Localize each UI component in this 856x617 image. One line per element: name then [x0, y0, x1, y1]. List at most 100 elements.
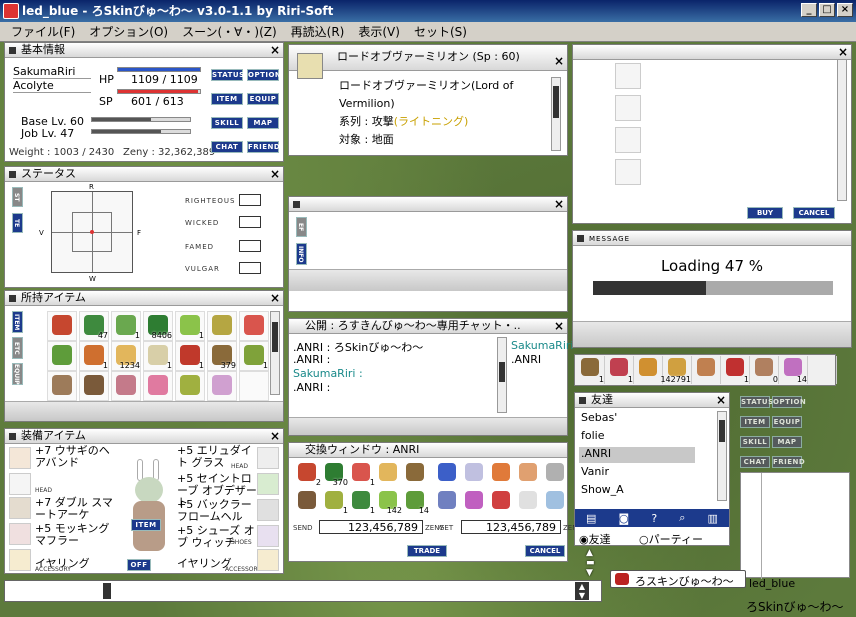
trade-send-slot[interactable]: 2: [295, 461, 321, 487]
equip-button[interactable]: EQUIP: [247, 93, 279, 105]
friend-item[interactable]: .ANRI: [579, 447, 695, 463]
friend-item[interactable]: Vanir: [579, 465, 695, 481]
radio-friends[interactable]: ◉友達: [579, 531, 611, 547]
send-zeny-field[interactable]: 123,456,789: [319, 520, 423, 534]
equip-slot-weapon[interactable]: [9, 497, 31, 519]
inventory-slot[interactable]: [207, 371, 237, 401]
inventory-slot[interactable]: [79, 371, 109, 401]
hotkey-slot[interactable]: 0: [751, 356, 779, 384]
search-icon[interactable]: ⌕: [679, 511, 685, 525]
shop-slot[interactable]: [615, 95, 641, 121]
equip-slot-garment[interactable]: [9, 523, 31, 545]
trade-button[interactable]: TRADE: [407, 545, 447, 557]
equip-slot-head-left[interactable]: [9, 447, 31, 469]
inventory-slot[interactable]: [207, 311, 237, 341]
trade-send-slot[interactable]: [376, 461, 402, 487]
hotkey-slot[interactable]: [809, 356, 837, 384]
tab-etc[interactable]: ETC: [12, 337, 23, 359]
menu-set[interactable]: セット(S): [407, 23, 474, 40]
shop-slot[interactable]: [615, 63, 641, 89]
equip-slot-acc-left[interactable]: [9, 549, 31, 571]
basic-info-header[interactable]: 基本情報 ×: [5, 43, 283, 58]
equip-item-toggle[interactable]: ITEM: [131, 519, 161, 531]
inventory-slot[interactable]: 379: [207, 341, 237, 371]
item-button[interactable]: ITEM: [211, 93, 243, 105]
close-icon[interactable]: ×: [838, 45, 848, 59]
equip-slot-empty[interactable]: [9, 473, 31, 495]
equip-slot-head-right[interactable]: [257, 447, 279, 469]
inventory-slot[interactable]: 47: [79, 311, 109, 341]
mini-equip-button[interactable]: EQUIP: [772, 416, 802, 428]
inventory-slot[interactable]: [47, 371, 77, 401]
mini-option-button[interactable]: OPTION: [772, 396, 806, 408]
trash-icon[interactable]: ▥: [708, 512, 718, 525]
mini-skill-button[interactable]: SKILL: [740, 436, 770, 448]
trade-send-slot[interactable]: 1: [349, 461, 375, 487]
inventory-slot[interactable]: 1234: [111, 341, 141, 371]
inventory-slot[interactable]: 1: [79, 341, 109, 371]
trade-send-slot[interactable]: 14: [403, 489, 429, 515]
tab-info[interactable]: INFO: [296, 243, 307, 265]
tab-item[interactable]: ITEM: [12, 311, 23, 333]
mini-status-button[interactable]: STATUS: [740, 396, 773, 408]
friends-scrollbar[interactable]: [717, 411, 727, 501]
hotkey-slot[interactable]: 1: [722, 356, 750, 384]
equipment-header[interactable]: 装備アイテム ×: [5, 429, 283, 444]
trade-send-slot[interactable]: 142: [376, 489, 402, 515]
tab-ef[interactable]: EF: [296, 217, 307, 237]
inventory-header[interactable]: 所持アイテム ×: [5, 291, 283, 306]
chat-button[interactable]: CHAT: [211, 141, 243, 153]
menu-option[interactable]: オプション(O): [82, 23, 175, 40]
shop-slot[interactable]: [615, 127, 641, 153]
inventory-slot[interactable]: 1: [175, 341, 205, 371]
inventory-slot[interactable]: [47, 341, 77, 371]
help-icon[interactable]: ?: [651, 512, 657, 525]
close-icon[interactable]: ×: [554, 49, 564, 70]
hotkey-slot[interactable]: 1: [606, 356, 634, 384]
menu-reload[interactable]: 再読込(R): [284, 23, 352, 40]
close-icon[interactable]: ×: [554, 197, 564, 211]
shop-scrollbar[interactable]: [837, 59, 847, 201]
equip-slot-shoes[interactable]: [257, 525, 279, 547]
hotkey-slot[interactable]: [693, 356, 721, 384]
equip-slot-acc-right[interactable]: [257, 549, 279, 571]
radio-party[interactable]: ○パーティー: [639, 531, 703, 547]
shop-header[interactable]: ×: [573, 45, 851, 60]
tab-te[interactable]: TE: [12, 213, 23, 233]
skill-info-header[interactable]: ロードオブヴァーミリオン (Sp : 60) ×: [289, 45, 567, 71]
mini-item-button[interactable]: ITEM: [740, 416, 770, 428]
equip-slot-armor[interactable]: [257, 473, 279, 495]
tab-st[interactable]: ST: [12, 187, 23, 207]
hotkey-slot[interactable]: 142791: [660, 356, 692, 384]
close-icon[interactable]: ×: [270, 429, 280, 443]
chat-input[interactable]: [289, 417, 567, 435]
page-icon[interactable]: ▤: [586, 512, 596, 525]
close-button[interactable]: ×: [837, 3, 853, 17]
inventory-slot[interactable]: 1: [111, 311, 141, 341]
message-header[interactable]: MESSAGE: [573, 231, 851, 246]
map-button[interactable]: MAP: [247, 117, 279, 129]
chat-header[interactable]: 公開 : ろすきんびゅ～わ～専用チャット・.. ×: [289, 319, 567, 334]
maximize-button[interactable]: □: [819, 3, 835, 17]
info-header[interactable]: ×: [289, 197, 567, 212]
menu-file[interactable]: ファイル(F): [4, 23, 82, 40]
trade-send-slot[interactable]: 1: [322, 489, 348, 515]
inventory-scrollbar[interactable]: [270, 311, 280, 395]
hotkey-slot[interactable]: 14: [780, 356, 808, 384]
trade-cancel-button[interactable]: CANCEL: [525, 545, 565, 557]
trade-send-slot[interactable]: 1: [349, 489, 375, 515]
inventory-slot[interactable]: [47, 311, 77, 341]
friend-item[interactable]: Sebas': [579, 411, 695, 427]
mini-chat-button[interactable]: CHAT: [740, 456, 770, 468]
shop-cancel-button[interactable]: CANCEL: [793, 207, 835, 219]
close-icon[interactable]: ×: [270, 43, 280, 57]
minimize-button[interactable]: _: [801, 3, 817, 17]
inventory-slot[interactable]: 1: [175, 311, 205, 341]
friends-header[interactable]: 友達 ×: [575, 393, 729, 408]
mini-friend-button[interactable]: FRIEND: [772, 456, 805, 468]
inventory-slot[interactable]: [111, 371, 141, 401]
equip-slot-shield[interactable]: [257, 499, 279, 521]
close-icon[interactable]: ×: [270, 291, 280, 305]
skin-name-popup[interactable]: ろスキンびゅ～わ～: [610, 570, 746, 588]
equip-off-toggle[interactable]: OFF: [127, 559, 151, 571]
